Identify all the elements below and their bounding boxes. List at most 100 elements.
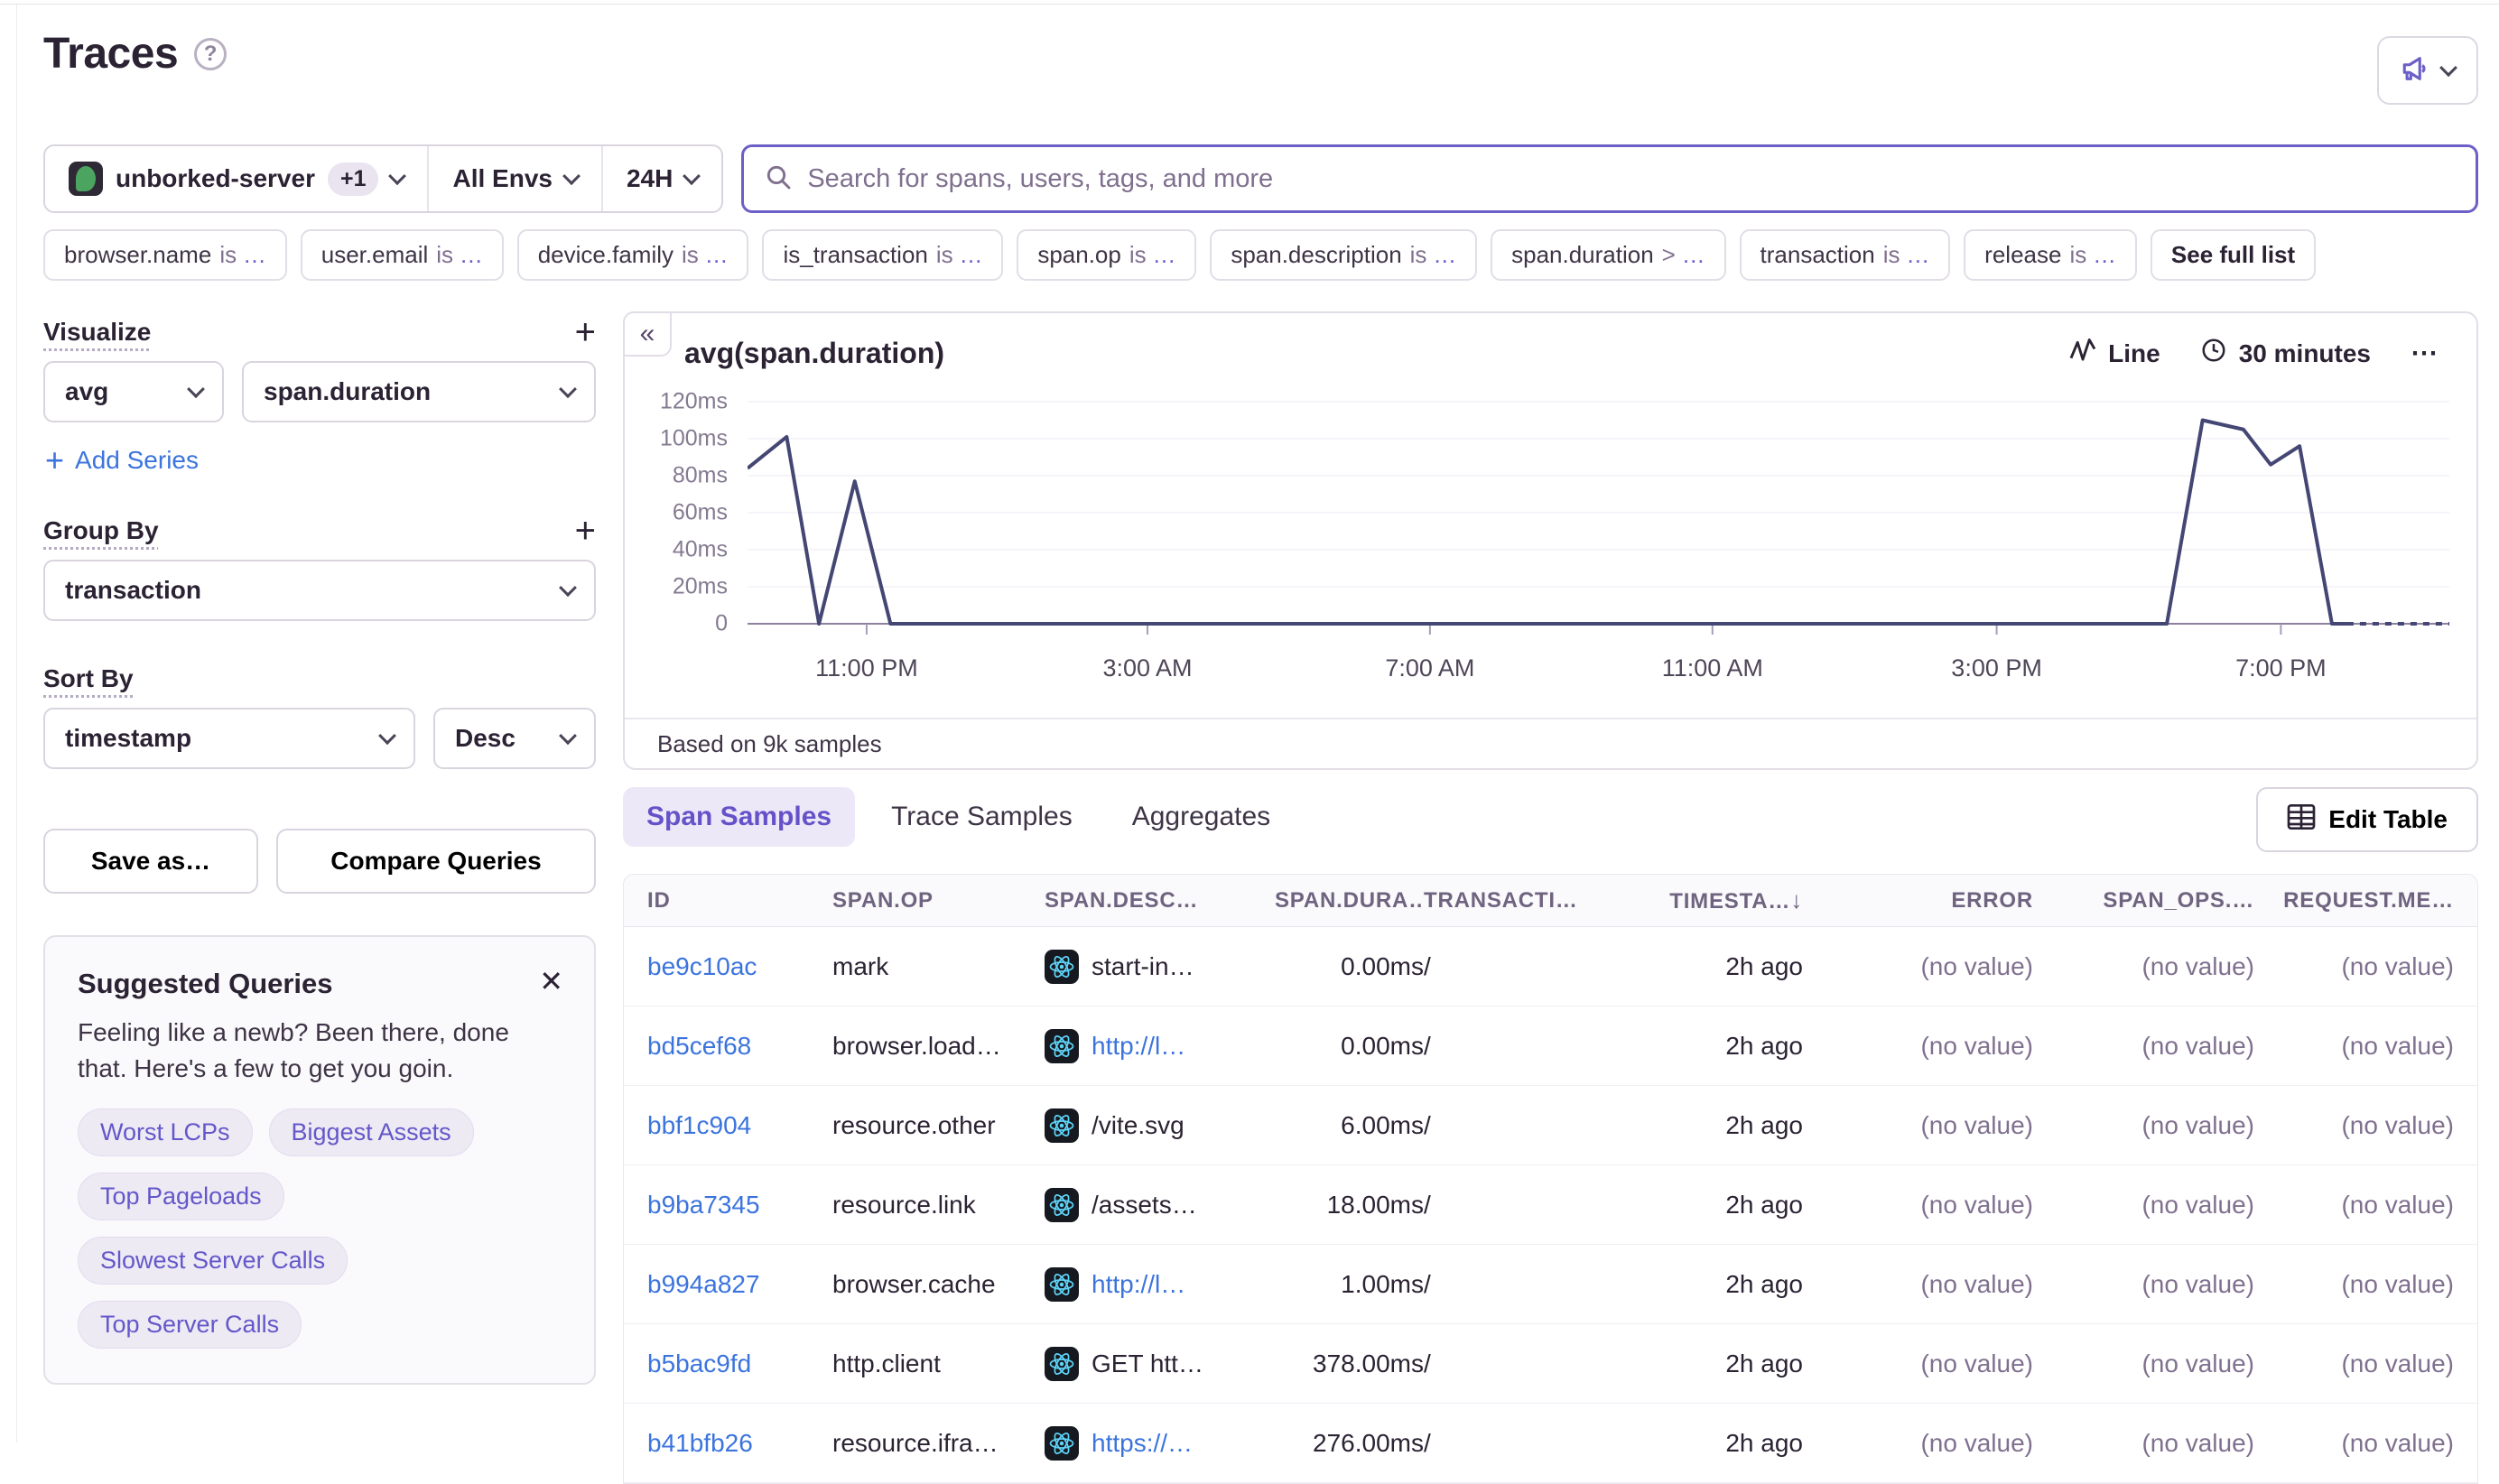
compare-queries-button[interactable]: Compare Queries bbox=[276, 829, 596, 894]
span-id-link[interactable]: b994a827 bbox=[647, 1270, 760, 1298]
page-left-divider bbox=[16, 5, 17, 1442]
column-header-span-dura-[interactable]: SPAN.DURA… bbox=[1275, 888, 1424, 914]
chart-interval-button[interactable]: 30 minutes bbox=[2200, 337, 2371, 370]
chevron-down-icon bbox=[378, 727, 396, 745]
span-ops-cell: (no value) bbox=[2033, 952, 2254, 981]
span-ops-cell: (no value) bbox=[2033, 1350, 2254, 1378]
table-row: be9c10acmarkstart-in…0.00ms/2h ago(no va… bbox=[624, 927, 2477, 1006]
chip-value: ... bbox=[706, 241, 729, 269]
column-header-id[interactable]: ID bbox=[647, 888, 832, 914]
react-project-icon bbox=[1045, 1267, 1079, 1302]
sort-field-select[interactable]: timestamp bbox=[43, 708, 415, 769]
environment-selector[interactable]: All Envs bbox=[427, 146, 600, 211]
span-description-text[interactable]: https://… bbox=[1092, 1429, 1193, 1458]
group-by-select[interactable]: transaction bbox=[43, 560, 596, 621]
column-header-error[interactable]: ERROR bbox=[1803, 888, 2033, 914]
suggested-query-chip[interactable]: Top Server Calls bbox=[78, 1301, 302, 1349]
span-id-link[interactable]: b9ba7345 bbox=[647, 1191, 760, 1219]
column-header-request-me-[interactable]: REQUEST.ME… bbox=[2254, 888, 2454, 914]
line-chart-icon bbox=[2069, 339, 2096, 368]
suggested-query-chip[interactable]: Top Pageloads bbox=[78, 1173, 284, 1220]
timestamp-value[interactable]: 2h ago bbox=[1725, 1350, 1803, 1378]
span-id-link[interactable]: b41bfb26 bbox=[647, 1429, 753, 1457]
react-project-icon bbox=[1045, 950, 1079, 984]
span-description-text: /assets… bbox=[1092, 1191, 1197, 1220]
column-header-span-ops-[interactable]: SPAN_OPS.… bbox=[2033, 888, 2254, 914]
chart-line-svg[interactable] bbox=[748, 391, 2449, 644]
chart-type-button[interactable]: Line bbox=[2069, 339, 2160, 368]
timestamp-value[interactable]: 2h ago bbox=[1725, 1111, 1803, 1140]
group-by-section: Group By + transaction bbox=[43, 516, 596, 621]
filter-chip-span.description[interactable]: span.descriptionis... bbox=[1210, 229, 1477, 281]
suggested-query-chip[interactable]: Slowest Server Calls bbox=[78, 1237, 348, 1285]
see-full-list-button[interactable]: See full list bbox=[2151, 229, 2316, 281]
span-id-link[interactable]: bd5cef68 bbox=[647, 1032, 751, 1060]
filter-chip-release[interactable]: releaseis... bbox=[1964, 229, 2137, 281]
filter-chip-browser.name[interactable]: browser.nameis... bbox=[43, 229, 287, 281]
save-as-button[interactable]: Save as… bbox=[43, 829, 258, 894]
suggested-query-chip[interactable]: Worst LCPs bbox=[78, 1108, 253, 1156]
column-header-span-op[interactable]: SPAN.OP bbox=[832, 888, 1045, 914]
tab-aggregates[interactable]: Aggregates bbox=[1109, 787, 1294, 847]
filter-chip-is_transaction[interactable]: is_transactionis... bbox=[762, 229, 1003, 281]
close-icon[interactable]: ✕ bbox=[539, 964, 563, 998]
filter-bar: unborked-server +1 All Envs 24H bbox=[43, 144, 2478, 213]
chip-value: ... bbox=[460, 241, 483, 269]
project-selector[interactable]: unborked-server +1 bbox=[45, 146, 427, 211]
whats-new-button[interactable] bbox=[2377, 36, 2478, 105]
chevron-down-icon bbox=[559, 579, 577, 597]
search-bar[interactable] bbox=[741, 144, 2478, 213]
chart-more-menu[interactable]: ⋯ bbox=[2411, 338, 2440, 369]
column-header-span-desc-[interactable]: SPAN.DESC… bbox=[1045, 888, 1275, 914]
chip-value: ... bbox=[1683, 241, 1705, 269]
chevron-down-icon bbox=[559, 380, 577, 398]
y-axis-tick: 60ms bbox=[673, 500, 728, 526]
sort-field-value: timestamp bbox=[65, 724, 191, 753]
table-icon bbox=[2287, 803, 2316, 837]
suggested-query-chip[interactable]: Biggest Assets bbox=[269, 1108, 474, 1156]
add-group-by-icon[interactable]: + bbox=[575, 518, 596, 543]
filter-chip-span.duration[interactable]: span.duration>... bbox=[1491, 229, 1725, 281]
sort-direction-select[interactable]: Desc bbox=[433, 708, 596, 769]
filter-chip-transaction[interactable]: transactionis... bbox=[1740, 229, 1951, 281]
results-tabs: Span SamplesTrace SamplesAggregates bbox=[623, 787, 2478, 847]
collapse-sidebar-button[interactable]: « bbox=[623, 311, 672, 357]
chip-op: is bbox=[219, 241, 237, 269]
span-id-link[interactable]: b5bac9fd bbox=[647, 1350, 751, 1377]
column-header-transacti-[interactable]: TRANSACTI… bbox=[1424, 888, 1631, 914]
timestamp-value[interactable]: 2h ago bbox=[1725, 1032, 1803, 1061]
page-title: Traces bbox=[43, 29, 178, 79]
span-duration-cell: 0.00ms bbox=[1275, 1032, 1424, 1061]
span-id-link[interactable]: bbf1c904 bbox=[647, 1111, 751, 1139]
filter-chip-device.family[interactable]: device.familyis... bbox=[517, 229, 749, 281]
span-ops-cell: (no value) bbox=[2033, 1191, 2254, 1220]
search-input[interactable] bbox=[807, 164, 2456, 194]
span-description-text[interactable]: http://l… bbox=[1092, 1032, 1185, 1061]
chart-sample-note: Based on 9k samples bbox=[625, 718, 2476, 768]
timestamp-value[interactable]: 2h ago bbox=[1725, 952, 1803, 981]
add-series-button[interactable]: + Add Series bbox=[45, 446, 596, 475]
request-method-cell: (no value) bbox=[2254, 1032, 2454, 1061]
column-header-timesta-[interactable]: TIMESTA…↓ bbox=[1631, 886, 1803, 914]
span-id-link[interactable]: be9c10ac bbox=[647, 952, 757, 980]
filter-chip-user.email[interactable]: user.emailis... bbox=[301, 229, 504, 281]
span-description-cell: /vite.svg bbox=[1045, 1108, 1275, 1143]
span-description-text: start-in… bbox=[1092, 952, 1194, 981]
add-visualize-icon[interactable]: + bbox=[575, 320, 596, 345]
chip-value: ... bbox=[1434, 241, 1456, 269]
chip-key: transaction bbox=[1760, 241, 1875, 269]
timestamp-value[interactable]: 2h ago bbox=[1725, 1270, 1803, 1299]
timestamp-value[interactable]: 2h ago bbox=[1725, 1191, 1803, 1220]
field-select[interactable]: span.duration bbox=[242, 361, 596, 422]
chip-op: is bbox=[1410, 241, 1427, 269]
tab-span-samples[interactable]: Span Samples bbox=[623, 787, 855, 847]
time-range-selector[interactable]: 24H bbox=[601, 146, 721, 211]
span-description-text[interactable]: http://l… bbox=[1092, 1270, 1185, 1299]
timestamp-value[interactable]: 2h ago bbox=[1725, 1429, 1803, 1458]
aggregate-select[interactable]: avg bbox=[43, 361, 224, 422]
edit-table-button[interactable]: Edit Table bbox=[2256, 787, 2478, 852]
tab-trace-samples[interactable]: Trace Samples bbox=[868, 787, 1096, 847]
filter-chip-span.op[interactable]: span.opis... bbox=[1017, 229, 1196, 281]
span-description-text: GET htt… bbox=[1092, 1350, 1203, 1378]
help-icon[interactable]: ? bbox=[194, 38, 227, 70]
